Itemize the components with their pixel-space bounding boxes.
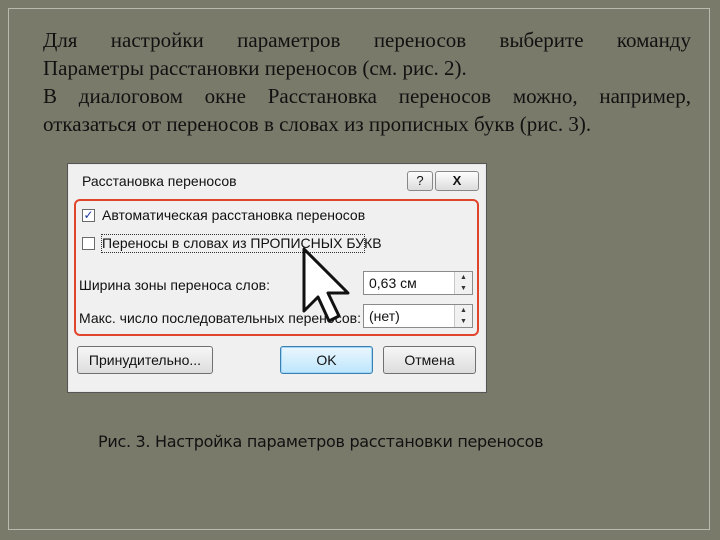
- auto-hyphenation-label[interactable]: Автоматическая расстановка переносов: [102, 207, 365, 223]
- spin-up-icon[interactable]: ▲: [455, 305, 472, 316]
- body-text-line-2: Параметры расстановки переносов (см. рис…: [43, 56, 467, 80]
- dialog-titlebar: Расстановка переносов ? X: [68, 164, 486, 196]
- hyphenation-dialog: Расстановка переносов ? X ✓ Автоматическ…: [67, 163, 487, 393]
- auto-hyphenation-checkbox[interactable]: ✓: [82, 209, 95, 222]
- figure-caption: Рис. 3. Настройка параметров расстановки…: [98, 432, 544, 451]
- max-consecutive-spinbox[interactable]: (нет) ▲ ▼: [363, 304, 473, 328]
- mouse-cursor-icon: [302, 247, 350, 323]
- body-text-line-3: В диалоговом окне Расстановка переносов …: [43, 84, 691, 108]
- body-text-line-4: отказаться от переносов в словах из проп…: [43, 112, 592, 136]
- zone-width-spinbox[interactable]: 0,63 см ▲ ▼: [363, 271, 473, 295]
- body-text-line-1: Для настройки параметров переносов выбер…: [43, 28, 691, 52]
- dialog-title: Расстановка переносов: [82, 173, 237, 189]
- close-button[interactable]: X: [435, 171, 479, 191]
- zone-width-label: Ширина зоны переноса слов:: [79, 277, 270, 293]
- max-consecutive-spin-buttons[interactable]: ▲ ▼: [454, 305, 472, 327]
- help-button[interactable]: ?: [407, 171, 433, 191]
- cancel-button[interactable]: Отмена: [383, 346, 476, 374]
- caps-hyphenation-checkbox[interactable]: [82, 237, 95, 250]
- zone-width-value[interactable]: 0,63 см: [369, 275, 417, 291]
- spin-up-icon[interactable]: ▲: [455, 272, 472, 283]
- zone-width-spin-buttons[interactable]: ▲ ▼: [454, 272, 472, 294]
- max-consecutive-value[interactable]: (нет): [369, 308, 400, 324]
- ok-button[interactable]: OK: [280, 346, 373, 374]
- spin-down-icon[interactable]: ▼: [455, 316, 472, 327]
- spin-down-icon[interactable]: ▼: [455, 283, 472, 294]
- force-button[interactable]: Принудительно...: [77, 346, 213, 374]
